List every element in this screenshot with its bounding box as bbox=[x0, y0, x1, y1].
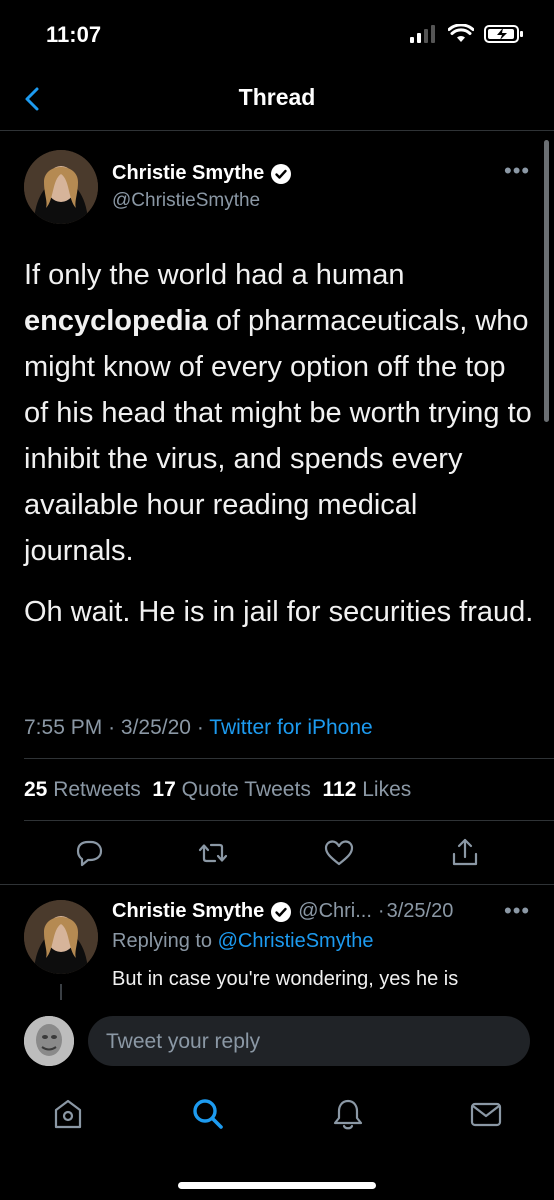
stats-divider-bottom bbox=[24, 820, 554, 821]
author-avatar[interactable] bbox=[24, 150, 98, 224]
status-time: 11:07 bbox=[46, 22, 102, 47]
battery-icon bbox=[484, 25, 523, 43]
signal-icon bbox=[410, 25, 435, 43]
heart-icon[interactable] bbox=[322, 836, 356, 870]
reply-avatar[interactable] bbox=[24, 900, 98, 974]
more-icon[interactable]: ••• bbox=[504, 158, 530, 184]
replying-to: Replying to @ChristieSmythe bbox=[112, 930, 374, 953]
page-title: Thread bbox=[238, 84, 316, 110]
tweet-text-bold: encyclopedia bbox=[24, 305, 208, 337]
tweet-text-second: Oh wait. He is in jail for securities fr… bbox=[24, 596, 534, 628]
tweet-meta: 7:55 PM · 3/25/20 · Twitter for iPhone bbox=[24, 716, 373, 740]
reply-more-icon[interactable]: ••• bbox=[504, 898, 530, 924]
author-name[interactable]: Christie Smythe bbox=[112, 162, 264, 185]
meta-separator: · bbox=[196, 716, 204, 739]
verified-badge-icon bbox=[271, 163, 292, 184]
notifications-icon[interactable] bbox=[330, 1096, 366, 1132]
retweets-label: Retweets bbox=[53, 778, 141, 801]
meta-separator: · bbox=[108, 716, 116, 739]
reply-placeholder: Tweet your reply bbox=[106, 1030, 261, 1053]
likes-count: 112 bbox=[322, 778, 357, 801]
author-handle[interactable]: @ChristieSmythe bbox=[112, 190, 260, 212]
scrollbar[interactable] bbox=[544, 140, 549, 422]
retweets-stat[interactable]: 25 Retweets bbox=[24, 778, 141, 801]
likes-stat[interactable]: 112 Likes bbox=[323, 778, 412, 801]
status-icons bbox=[410, 24, 524, 44]
tweet-text-part: of pharmaceuticals, who might know of ev… bbox=[24, 305, 532, 567]
tweet-text-part: If only the world had a human bbox=[24, 259, 405, 291]
reply-author-name[interactable]: Christie Smythe bbox=[112, 900, 264, 923]
retweets-count: 25 bbox=[24, 778, 48, 801]
my-avatar[interactable] bbox=[24, 1016, 74, 1066]
quotes-label: Quote Tweets bbox=[181, 778, 311, 801]
reply-date-separator: · bbox=[377, 900, 385, 922]
reply-text: But in case you're wondering, yes he is bbox=[112, 968, 459, 990]
messages-icon[interactable] bbox=[468, 1096, 504, 1132]
search-icon[interactable] bbox=[190, 1096, 226, 1132]
wifi-icon bbox=[448, 24, 474, 42]
reply-author-handle[interactable]: @Chri... bbox=[298, 900, 372, 923]
stats-divider-top bbox=[24, 758, 554, 759]
home-indicator bbox=[178, 1182, 376, 1189]
share-icon[interactable] bbox=[448, 836, 482, 870]
tweet-date: 3/25/20 bbox=[120, 716, 191, 739]
tweet-source[interactable]: Twitter for iPhone bbox=[209, 716, 372, 739]
home-icon[interactable] bbox=[50, 1096, 86, 1132]
quotes-count: 17 bbox=[152, 778, 176, 801]
thread-line bbox=[60, 984, 62, 1000]
header-divider bbox=[0, 130, 554, 131]
replying-prefix: Replying to bbox=[112, 930, 213, 952]
author-name-row[interactable]: Christie Smythe bbox=[112, 162, 292, 185]
reply-date: 3/25/20 bbox=[386, 900, 454, 922]
tweet-time: 7:55 PM bbox=[24, 716, 103, 739]
likes-label: Likes bbox=[362, 778, 412, 801]
reply-icon[interactable] bbox=[72, 836, 106, 870]
quotes-stat[interactable]: 17 Quote Tweets bbox=[152, 778, 310, 801]
verified-badge-icon bbox=[271, 901, 292, 922]
tweet-text: If only the world had a human encycloped… bbox=[24, 252, 534, 574]
tweet-stats: 25 Retweets 17 Quote Tweets 112 Likes bbox=[24, 778, 411, 802]
thread-divider bbox=[0, 884, 554, 885]
retweet-icon[interactable] bbox=[196, 836, 230, 870]
replying-handle[interactable]: @ChristieSmythe bbox=[218, 930, 374, 952]
reply-header[interactable]: Christie Smythe @Chri... · 3/25/20 bbox=[112, 900, 453, 923]
